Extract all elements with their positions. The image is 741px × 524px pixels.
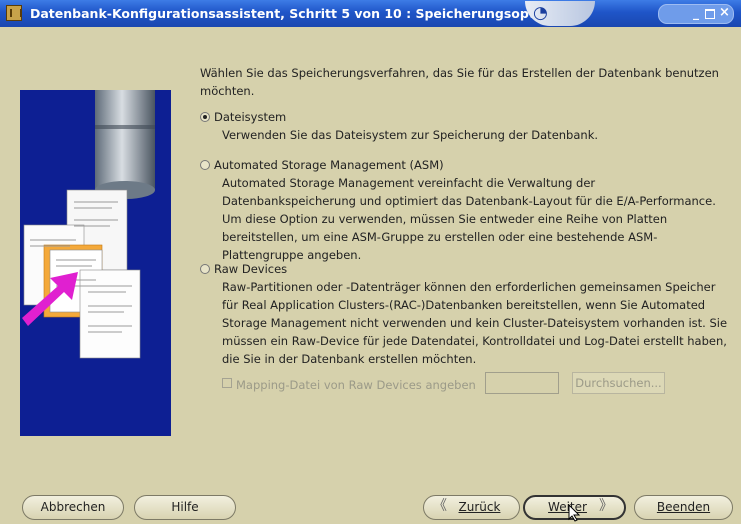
maximize-button[interactable] [705, 9, 715, 19]
window-controls: _ × [658, 4, 734, 24]
option-label[interactable]: Automated Storage Management (ASM) [214, 156, 444, 174]
wizard-illustration [20, 90, 171, 436]
mapping-file-row: Mapping-Datei von Raw Devices angeben Du… [222, 372, 702, 396]
option-description: Verwenden Sie das Dateisystem zur Speich… [222, 128, 599, 142]
radio-raw-devices[interactable] [200, 264, 210, 274]
cancel-label: Abbrechen [40, 500, 106, 514]
back-button[interactable]: 《 Zurück [423, 495, 520, 520]
option-description: Raw-Partitionen oder -Datenträger können… [222, 280, 728, 366]
mapping-file-input[interactable] [485, 372, 559, 394]
mapping-file-label: Mapping-Datei von Raw Devices angeben [236, 378, 476, 392]
app-icon[interactable] [6, 5, 22, 21]
window-title: Datenbank-Konfigurationsassistent, Schri… [30, 6, 574, 21]
help-label: Hilfe [171, 500, 199, 514]
mouse-cursor-icon [568, 504, 581, 522]
mapping-file-checkbox[interactable] [222, 378, 232, 388]
title-bar[interactable]: Datenbank-Konfigurationsassistent, Schri… [0, 0, 741, 27]
intro-text: Wählen Sie das Speicherungsverfahren, da… [200, 66, 719, 98]
help-button[interactable]: Hilfe [134, 495, 236, 520]
radio-dateisystem[interactable] [200, 112, 210, 122]
cancel-button[interactable]: Abbrechen [22, 495, 124, 520]
finish-button[interactable]: Beenden [634, 495, 733, 520]
browse-button[interactable]: Durchsuchen... [572, 372, 665, 394]
radio-asm[interactable] [200, 160, 210, 170]
option-label[interactable]: Dateisystem [214, 108, 286, 126]
minimize-button[interactable]: _ [693, 6, 699, 20]
option-description: Automated Storage Management vereinfacht… [222, 176, 716, 262]
option-label[interactable]: Raw Devices [214, 260, 287, 278]
chevron-right-icon: 》 [599, 498, 613, 514]
chevron-left-icon: 《 [433, 498, 447, 514]
close-button[interactable]: × [719, 5, 730, 20]
finish-label: Beenden [656, 500, 711, 514]
back-label: Zurück [458, 500, 501, 514]
theme-swirl-icon: ◔ [525, 1, 595, 26]
